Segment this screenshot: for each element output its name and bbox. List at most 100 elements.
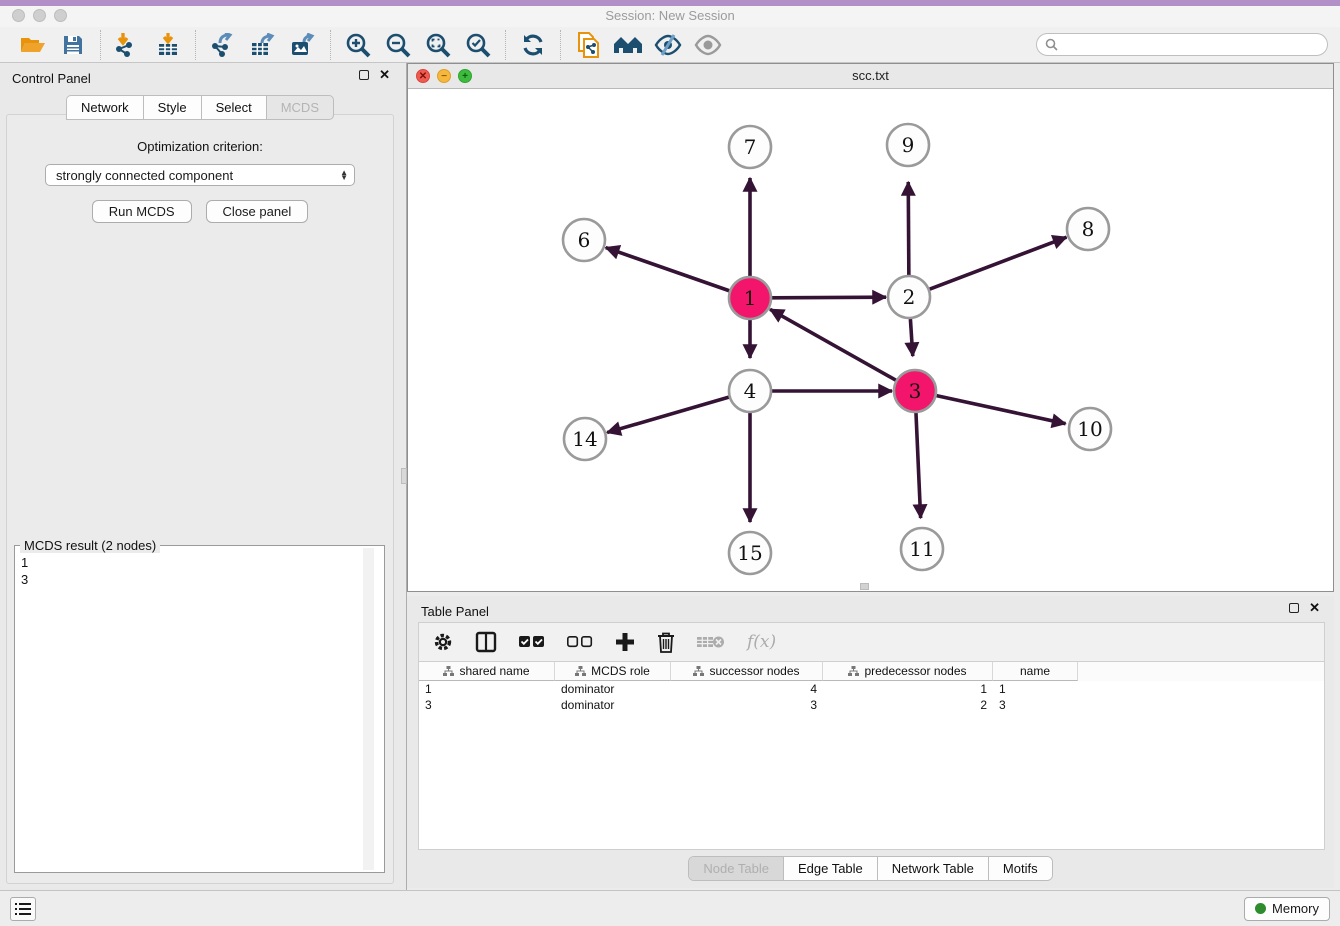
task-history-button[interactable] [10,897,36,921]
graph-edge-3-11[interactable] [916,413,921,518]
float-table-panel-icon[interactable] [1289,603,1299,613]
table-tabs: Node Table Edge Table Network Table Moti… [407,856,1334,881]
export-network-icon[interactable] [208,31,238,59]
graph-node-label-14: 14 [572,427,597,451]
first-neighbors-icon[interactable] [613,31,643,59]
main-toolbar [0,27,1340,63]
column-header-name[interactable]: name [993,662,1078,681]
network-window-titlebar[interactable]: ✕ − + scc.txt [408,64,1333,89]
column-header-predecessor-nodes[interactable]: predecessor nodes [823,662,993,681]
mcds-result-text[interactable]: 1 3 [21,554,372,870]
refresh-layout-icon[interactable] [518,31,548,59]
close-panel-button[interactable]: Close panel [206,200,309,223]
toolbar-separator [560,30,561,60]
graph-node-label-8: 8 [1082,217,1095,241]
tab-style[interactable]: Style [143,95,201,120]
table-toolbar: f(x) [418,622,1325,662]
graph-edge-3-1[interactable] [770,309,896,380]
export-table-icon[interactable] [248,31,278,59]
criterion-value: strongly connected component [56,168,233,183]
cell-shared-name[interactable]: 3 [419,697,555,713]
cell-shared-name[interactable]: 1 [419,681,555,697]
memory-button[interactable]: Memory [1244,897,1330,921]
import-network-icon[interactable] [113,31,143,59]
run-mcds-button[interactable]: Run MCDS [92,200,192,223]
clone-network-icon[interactable] [573,31,603,59]
tab-network[interactable]: Network [66,95,143,120]
export-image-icon[interactable] [288,31,318,59]
search-icon [1045,38,1058,51]
search-box[interactable] [1036,33,1328,56]
tab-edge-table[interactable]: Edge Table [784,857,878,880]
column-header-shared-name[interactable]: shared name [419,662,555,681]
tab-network-table[interactable]: Network Table [878,857,989,880]
tab-node-table[interactable]: Node Table [689,857,784,880]
unselect-all-columns-icon[interactable] [567,636,593,648]
graph-node-label-2: 2 [903,285,916,309]
network-view-window: ✕ − + scc.txt 7968124314101511 [407,63,1334,592]
network-close-icon[interactable]: ✕ [416,69,430,83]
column-header-mcds-role[interactable]: MCDS role [555,662,671,681]
table-row[interactable]: 1 dominator 4 1 1 [419,681,1324,697]
result-scrollbar[interactable] [363,548,374,870]
column-header-successor-nodes[interactable]: successor nodes [671,662,823,681]
cell-predecessor-nodes[interactable]: 2 [823,697,993,713]
graph-node-label-4: 4 [744,379,757,403]
graph-node-label-9: 9 [902,133,915,157]
graph-node-label-7: 7 [744,135,757,159]
cell-mcds-role[interactable]: dominator [555,697,671,713]
zoom-fit-icon[interactable] [423,31,453,59]
graph-node-label-10: 10 [1077,417,1102,441]
cell-name[interactable]: 1 [993,681,1078,697]
table-row[interactable]: 3 dominator 3 2 3 [419,697,1324,713]
node-table[interactable]: shared name MCDS role successor nodes pr… [418,662,1325,850]
graph-edge-3-10[interactable] [936,396,1065,424]
network-window-title: scc.txt [408,64,1333,88]
graph-edge-2-3[interactable] [910,319,912,356]
zoom-selected-icon[interactable] [463,31,493,59]
network-canvas[interactable]: 7968124314101511 [408,90,1333,591]
graph-edge-1-2[interactable] [772,297,886,298]
close-table-panel-icon[interactable]: ✕ [1309,603,1320,613]
save-session-icon[interactable] [58,31,88,59]
graph-edge-1-6[interactable] [606,248,730,291]
cell-predecessor-nodes[interactable]: 1 [823,681,993,697]
graph-edge-2-9[interactable] [908,182,909,275]
control-panel: Control Panel ✕ Network Style Select MCD… [0,63,400,890]
optimization-criterion-label: Optimization criterion: [7,139,393,154]
delete-column-icon[interactable] [657,632,675,653]
column-settings-icon[interactable] [433,632,453,652]
split-view-icon[interactable] [475,631,497,653]
cell-mcds-role[interactable]: dominator [555,681,671,697]
add-column-icon[interactable] [615,632,635,652]
close-panel-icon[interactable]: ✕ [379,70,390,80]
tab-motifs[interactable]: Motifs [989,857,1052,880]
criterion-select[interactable]: strongly connected component ▲▼ [45,164,355,186]
network-maximize-icon[interactable]: + [458,69,472,83]
panel-splitter[interactable] [400,63,407,890]
show-all-icon[interactable] [693,31,723,59]
float-panel-icon[interactable] [359,70,369,80]
canvas-scrollbar-thumb[interactable] [860,583,869,590]
network-minimize-icon[interactable]: − [437,69,451,83]
zoom-out-icon[interactable] [383,31,413,59]
open-file-icon[interactable] [18,31,48,59]
toolbar-separator [100,30,101,60]
cell-successor-nodes[interactable]: 3 [671,697,823,713]
graph-edge-2-8[interactable] [930,237,1067,289]
status-bar: Memory [0,890,1340,926]
import-table-icon[interactable] [153,31,183,59]
hide-selected-icon[interactable] [653,31,683,59]
tab-select[interactable]: Select [201,95,266,120]
zoom-in-icon[interactable] [343,31,373,59]
mcds-result-title: MCDS result (2 nodes) [20,538,160,553]
cell-name[interactable]: 3 [993,697,1078,713]
search-input[interactable] [1058,38,1319,52]
select-all-columns-icon[interactable] [519,636,545,648]
delete-table-icon [697,634,725,650]
tab-mcds[interactable]: MCDS [266,95,334,120]
graph-node-label-11: 11 [909,537,934,561]
cell-successor-nodes[interactable]: 4 [671,681,823,697]
toolbar-separator [330,30,331,60]
graph-edge-4-14[interactable] [607,397,729,432]
